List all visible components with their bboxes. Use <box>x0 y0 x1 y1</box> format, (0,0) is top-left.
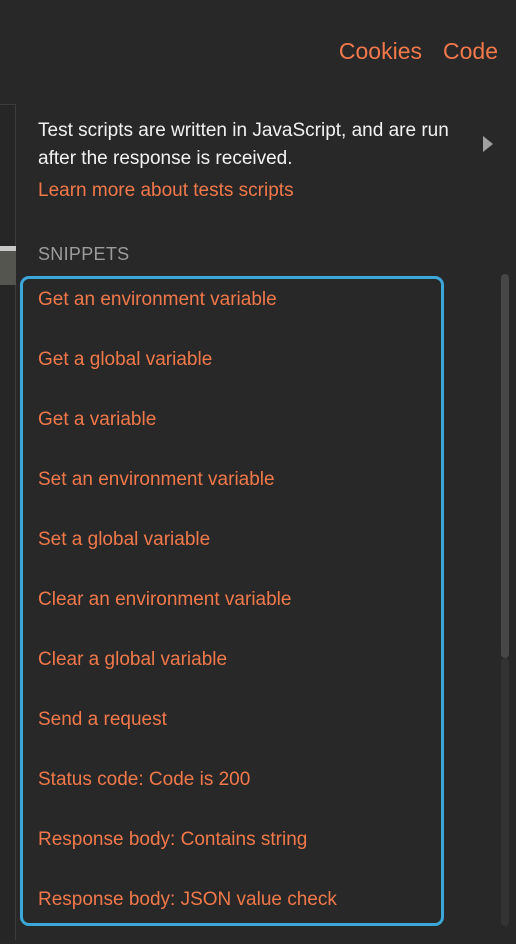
snippets-list-highlight: Get an environment variable Get a global… <box>20 276 444 926</box>
snippet-get-global-variable[interactable]: Get a global variable <box>38 346 337 406</box>
snippet-send-request[interactable]: Send a request <box>38 706 337 766</box>
chevron-right-icon[interactable] <box>483 136 493 152</box>
code-link[interactable]: Code <box>443 36 498 66</box>
snippet-set-environment-variable[interactable]: Set an environment variable <box>38 466 337 526</box>
snippet-response-body-contains[interactable]: Response body: Contains string <box>38 826 337 886</box>
tests-description: Test scripts are written in JavaScript, … <box>38 120 449 169</box>
snippet-response-body-json[interactable]: Response body: JSON value check <box>38 886 337 923</box>
cookies-link[interactable]: Cookies <box>339 36 422 66</box>
snippet-get-environment-variable[interactable]: Get an environment variable <box>38 286 337 346</box>
snippet-get-variable[interactable]: Get a variable <box>38 406 337 466</box>
snippet-clear-global-variable[interactable]: Clear a global variable <box>38 646 337 706</box>
snippet-status-code[interactable]: Status code: Code is 200 <box>38 766 337 826</box>
snippet-clear-environment-variable[interactable]: Clear an environment variable <box>38 586 337 646</box>
editor-edge-panel <box>0 104 16 940</box>
snippets-heading: SNIPPETS <box>38 244 130 264</box>
scrollbar-track-lower[interactable] <box>501 658 509 926</box>
scrollbar-thumb[interactable] <box>501 274 509 658</box>
snippet-set-global-variable[interactable]: Set a global variable <box>38 526 337 586</box>
tests-sidebar: Cookies Code Test scripts are written in… <box>0 0 516 944</box>
snippets-scrollbar[interactable] <box>500 274 510 926</box>
editor-edge-selection <box>0 251 16 285</box>
header-links: Cookies Code <box>339 36 498 66</box>
learn-more-link[interactable]: Learn more about tests scripts <box>38 177 294 205</box>
snippet-list: Get an environment variable Get a global… <box>38 286 337 923</box>
